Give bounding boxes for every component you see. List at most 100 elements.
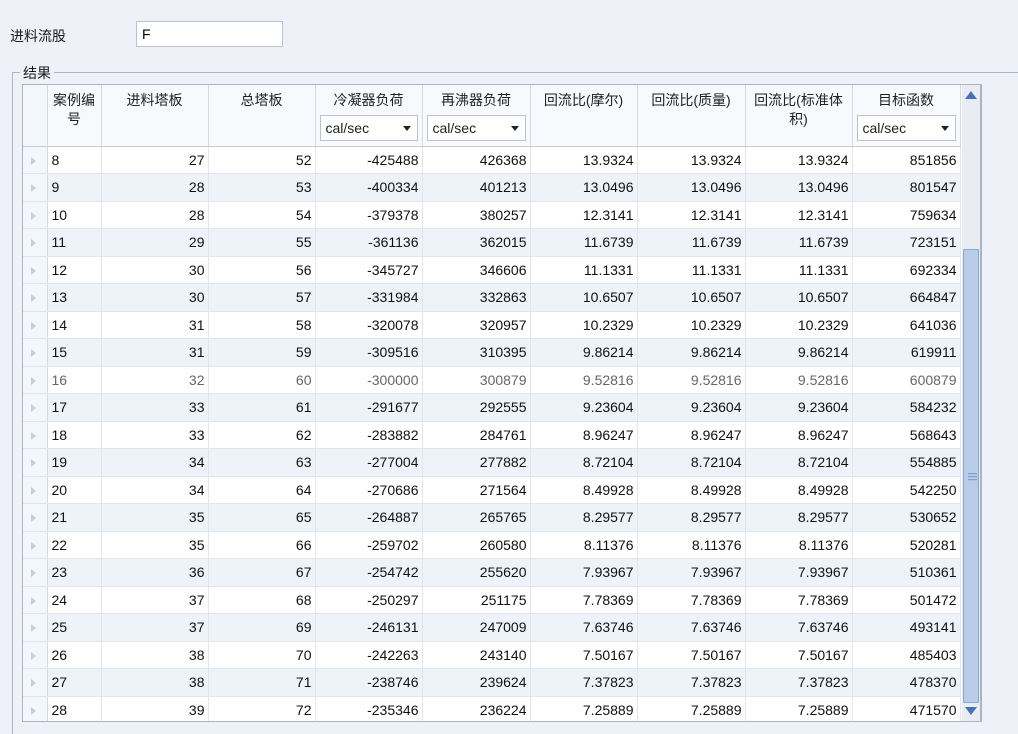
table-cell[interactable]: 56 [208,256,316,284]
table-row[interactable]: 28 39 72 -235346 236224 7.25889 7.25889 7.25889… [23,696,961,721]
table-cell[interactable]: 243140 [422,641,531,669]
table-cell[interactable]: 53 [208,173,316,202]
table-cell[interactable]: 30 [101,283,209,312]
table-row[interactable]: 9 28 53 -400334 401213 13.0496 13.0496 13.0496 8… [23,173,961,202]
table-cell[interactable]: 27 [47,668,102,697]
table-cell[interactable]: 8.29577 [637,503,746,532]
table-cell[interactable]: 7.37823 [637,668,746,697]
table-cell[interactable]: 332863 [422,283,531,312]
table-cell[interactable]: 723151 [852,228,961,257]
column-header-total-stages[interactable]: 总塔板 [208,85,316,147]
results-grid[interactable]: 案例编号 进料塔板 总塔板 冷凝器负荷 cal/sec 再沸器负荷 cal/se… [22,84,982,722]
table-cell[interactable]: 21 [47,503,102,532]
table-cell[interactable]: -259702 [315,531,423,559]
table-cell[interactable]: 24 [47,586,102,614]
table-cell[interactable]: 346606 [422,256,531,284]
table-cell[interactable]: 13.0496 [745,173,853,202]
table-cell[interactable]: 8.72104 [530,448,638,477]
table-cell[interactable]: 13.9324 [745,146,853,174]
table-row[interactable]: 22 35 66 -259702 260580 8.11376 8.11376 8.11376… [23,531,961,559]
table-cell[interactable]: 426368 [422,146,531,174]
table-row[interactable]: 24 37 68 -250297 251175 7.78369 7.78369 7.78369… [23,586,961,614]
table-cell[interactable]: 471570 [852,696,961,721]
table-cell[interactable]: 12.3141 [637,201,746,229]
table-cell[interactable]: 58 [208,311,316,339]
scroll-up-arrow-icon[interactable] [965,91,977,99]
row-selector[interactable] [23,228,48,257]
table-cell[interactable]: 13.0496 [530,173,638,202]
table-cell[interactable]: 57 [208,283,316,312]
table-cell[interactable]: 401213 [422,173,531,202]
table-cell[interactable]: -291677 [315,393,423,422]
table-cell[interactable]: 10.6507 [637,283,746,312]
row-selector[interactable] [23,503,48,532]
table-cell[interactable]: 7.78369 [530,586,638,614]
vertical-scrollbar[interactable]: ― ― ― [962,84,981,722]
table-cell[interactable]: 501472 [852,586,961,614]
row-selector[interactable] [23,393,48,422]
table-cell[interactable]: 554885 [852,448,961,477]
condenser-duty-unit-dropdown[interactable]: cal/sec [319,115,418,141]
table-cell[interactable]: 251175 [422,586,531,614]
table-cell[interactable]: -254742 [315,558,423,587]
table-cell[interactable]: 11 [47,228,102,257]
table-cell[interactable]: 10.6507 [530,283,638,312]
table-cell[interactable]: -277004 [315,448,423,477]
table-cell[interactable]: 7.37823 [745,668,853,697]
table-cell[interactable]: 584232 [852,393,961,422]
table-cell[interactable]: 29 [101,228,209,257]
table-cell[interactable]: 65 [208,503,316,532]
table-row[interactable]: 13 30 57 -331984 332863 10.6507 10.6507 10.6507… [23,283,961,312]
table-cell[interactable]: 310395 [422,338,531,367]
table-cell[interactable]: 9.86214 [745,338,853,367]
table-cell[interactable]: 7.78369 [745,586,853,614]
table-cell[interactable]: 14 [47,311,102,339]
table-cell[interactable]: 277882 [422,448,531,477]
table-cell[interactable]: 9.86214 [530,338,638,367]
table-cell[interactable]: 380257 [422,201,531,229]
table-cell[interactable]: 33 [101,421,209,449]
table-cell[interactable]: 11.1331 [745,256,853,284]
table-cell[interactable]: 13.0496 [637,173,746,202]
table-cell[interactable]: 8.96247 [637,421,746,449]
table-cell[interactable]: 11.1331 [637,256,746,284]
table-row[interactable]: 23 36 67 -254742 255620 7.93967 7.93967 7.93967… [23,558,961,587]
table-cell[interactable]: 27 [101,146,209,174]
column-header-reflux-ratio-mass[interactable]: 回流比(质量) [637,85,746,147]
table-cell[interactable]: 60 [208,366,316,394]
table-cell[interactable]: 801547 [852,173,961,202]
table-cell[interactable]: 37 [101,613,209,642]
table-cell[interactable]: 8.72104 [745,448,853,477]
table-cell[interactable]: 38 [101,641,209,669]
column-header-reflux-ratio-stdvol[interactable]: 回流比(标准体积) [745,85,853,147]
table-cell[interactable]: 8.72104 [637,448,746,477]
table-row[interactable]: 16 32 60 -300000 300879 9.52816 9.52816 9.52816… [23,366,961,394]
table-cell[interactable]: 66 [208,531,316,559]
table-cell[interactable]: 8.29577 [530,503,638,532]
table-row[interactable]: 10 28 54 -379378 380257 12.3141 12.3141 12.3141… [23,201,961,229]
table-cell[interactable]: 271564 [422,476,531,504]
table-cell[interactable]: 12 [47,256,102,284]
table-cell[interactable]: 9.52816 [637,366,746,394]
table-cell[interactable]: -331984 [315,283,423,312]
table-cell[interactable]: 54 [208,201,316,229]
table-cell[interactable]: 32 [101,366,209,394]
table-row[interactable]: 8 27 52 -425488 426368 13.9324 13.9324 13.9324 8… [23,146,961,174]
table-cell[interactable]: 292555 [422,393,531,422]
table-cell[interactable]: -300000 [315,366,423,394]
column-header-reboiler-duty[interactable]: 再沸器负荷 cal/sec [422,85,531,147]
table-cell[interactable]: -425488 [315,146,423,174]
table-cell[interactable]: 61 [208,393,316,422]
table-cell[interactable]: -235346 [315,696,423,721]
table-cell[interactable]: 10.2329 [637,311,746,339]
table-cell[interactable]: 7.50167 [637,641,746,669]
table-cell[interactable]: 16 [47,366,102,394]
table-cell[interactable]: 542250 [852,476,961,504]
table-cell[interactable]: 8.11376 [530,531,638,559]
table-cell[interactable]: 20 [47,476,102,504]
table-cell[interactable]: 7.63746 [530,613,638,642]
table-row[interactable]: 20 34 64 -270686 271564 8.49928 8.49928 8.49928… [23,476,961,504]
column-header-objective-function[interactable]: 目标函数 cal/sec [852,85,961,147]
table-cell[interactable]: 8.11376 [745,531,853,559]
table-cell[interactable]: 247009 [422,613,531,642]
